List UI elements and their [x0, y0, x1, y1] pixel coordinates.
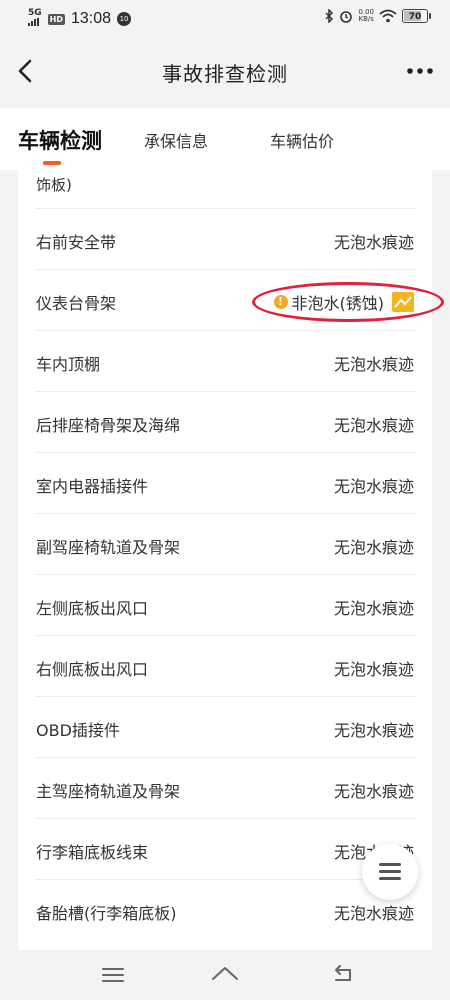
list-item: 右前安全带 无泡水痕迹	[36, 208, 416, 269]
list-item: 室内电器插接件 无泡水痕迹	[36, 452, 416, 513]
floating-menu-button[interactable]	[362, 844, 418, 900]
list-item-partial: 饰板)	[18, 170, 398, 208]
list-item-value: 无泡水痕迹	[333, 904, 414, 923]
list-item-value: 无泡水痕迹	[333, 721, 414, 740]
status-bar: 5G HD 13:08 10 0.00 KB/s 70	[0, 0, 450, 36]
tab-vehicle-valuation[interactable]: 车辆估价	[270, 128, 334, 152]
hd-badge: HD	[47, 13, 65, 25]
list-item-label: 室内电器插接件	[36, 477, 149, 496]
list-item: 后排座椅骨架及海绵 无泡水痕迹	[36, 391, 416, 452]
menu-icon[interactable]	[98, 960, 128, 990]
list-item-value: 无泡水痕迹	[333, 660, 414, 679]
list-item: 主驾座椅轨道及骨架 无泡水痕迹	[36, 757, 416, 818]
list-item: 副驾座椅轨道及骨架 无泡水痕迹	[36, 513, 416, 574]
list-item-value: 无泡水痕迹	[333, 782, 414, 801]
list-item-value: 非泡水(锈蚀)	[291, 294, 385, 313]
clock: 13:08	[71, 10, 112, 27]
list-item-label: 后排座椅骨架及海绵	[36, 416, 181, 435]
signal-icon: 5G	[28, 9, 42, 29]
more-icon[interactable]	[404, 56, 436, 86]
system-nav-bar	[0, 950, 450, 1000]
tab-vehicle-inspection[interactable]: 车辆检测	[18, 125, 102, 155]
bluetooth-icon	[325, 9, 334, 23]
list-item-value: 无泡水痕迹	[333, 416, 414, 435]
list-item-value: 无泡水痕迹	[333, 233, 414, 252]
list-item: OBD插接件 无泡水痕迹	[36, 696, 416, 757]
list-item-label: 主驾座椅轨道及骨架	[36, 782, 181, 801]
list-item-label: 右前安全带	[36, 233, 117, 252]
battery-icon: 70	[402, 9, 431, 23]
list-item-label: OBD插接件	[36, 721, 120, 740]
wifi-icon	[379, 9, 397, 23]
tab-bar: 车辆检测 承保信息 车辆估价	[0, 108, 450, 170]
warning-icon: !	[273, 295, 288, 309]
list-item-label: 行李箱底板线束	[36, 843, 149, 862]
home-icon[interactable]	[210, 960, 240, 990]
flagged-value: ! 非泡水(锈蚀)	[273, 290, 414, 314]
tab-insurance-info[interactable]: 承保信息	[144, 128, 208, 152]
list-item-label: 备胎槽(行李箱底板)	[36, 904, 177, 923]
list-item-value: 无泡水痕迹	[333, 355, 414, 374]
list-item: 左侧底板出风口 无泡水痕迹	[36, 574, 416, 635]
nav-bar: 事故排查检测	[0, 36, 450, 106]
photo-thumbnail-icon[interactable]	[392, 292, 414, 312]
list-item-value: 无泡水痕迹	[333, 477, 414, 496]
list-item-label: 仪表台骨架	[36, 294, 117, 313]
list-item: 行李箱底板线束 无泡水痕迹	[36, 818, 416, 879]
list-item-label: 左侧底板出风口	[36, 599, 149, 618]
notification-badge: 10	[117, 12, 132, 26]
alarm-icon	[340, 11, 353, 23]
list-item-label: 右侧底板出风口	[36, 660, 149, 679]
list-item-label: 车内顶棚	[36, 355, 101, 374]
page-title: 事故排查检测	[162, 62, 288, 86]
list-item: 备胎槽(行李箱底板) 无泡水痕迹	[36, 879, 416, 940]
list-item-value: 无泡水痕迹	[333, 538, 414, 557]
active-tab-indicator	[43, 161, 61, 165]
list-item-flagged: 仪表台骨架 ! 非泡水(锈蚀)	[36, 269, 416, 330]
back-nav-icon[interactable]	[328, 960, 358, 990]
list-item-label: 饰板)	[36, 176, 72, 194]
list-item: 右侧底板出风口 无泡水痕迹	[36, 635, 416, 696]
list-item-label: 副驾座椅轨道及骨架	[36, 538, 181, 557]
list-item: 车内顶棚 无泡水痕迹	[36, 330, 416, 391]
net-speed: 0.00 KB/s	[358, 8, 374, 23]
list-item-value: 无泡水痕迹	[333, 599, 414, 618]
inspection-list-container[interactable]: 饰板) 右前安全带 无泡水痕迹 仪表台骨架 ! 非泡水(锈蚀) 车内顶棚 无泡水…	[0, 170, 450, 950]
